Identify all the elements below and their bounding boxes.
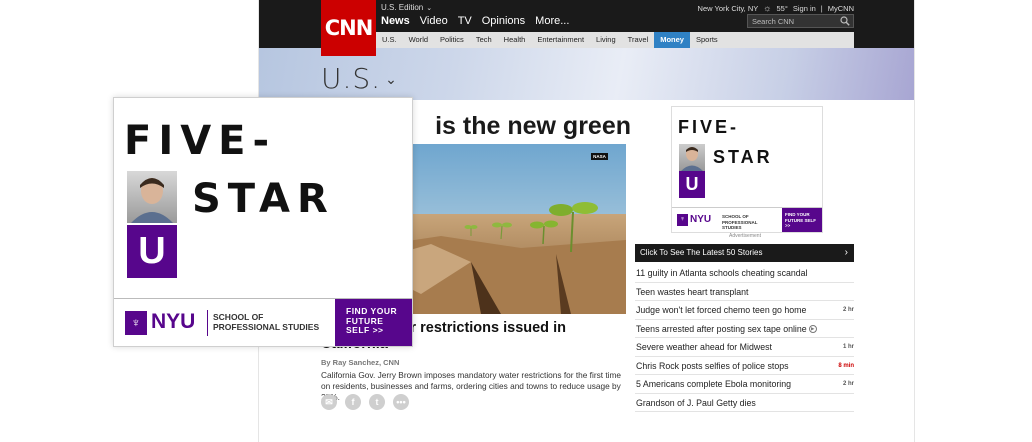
list-item[interactable]: Teen wastes heart transplant	[635, 283, 854, 301]
utility-bar: New York City, NY ☼ 55° Sign in | MyCNN	[698, 3, 854, 13]
section-nav: U.S. World Politics Tech Health Entertai…	[376, 32, 854, 48]
ad-cta[interactable]: FIND YOUR FUTURE SELF >>	[782, 208, 822, 232]
ad-brand: NYU	[690, 214, 712, 225]
chevron-down-icon: ⌄	[426, 5, 433, 12]
list-item-time: 2 hr	[842, 307, 854, 313]
facebook-icon[interactable]: f	[345, 394, 361, 410]
list-item-time: 2 hr	[842, 381, 854, 387]
list-item-title: 5 Americans complete Ebola monitoring	[636, 379, 792, 389]
list-item-title: Severe weather ahead for Midwest	[636, 342, 772, 352]
latest-stories-header[interactable]: Click To See The Latest 50 Stories ›	[635, 244, 854, 262]
twitter-icon[interactable]: t	[369, 394, 385, 410]
ad-line-star: STAR	[192, 176, 335, 222]
video-play-icon: ▶	[808, 325, 817, 334]
ad-line-five: FIVE-	[678, 117, 740, 137]
mycnn-link[interactable]: MyCNN	[828, 4, 854, 13]
list-item-title: Teens arrested after posting sex tape on…	[636, 323, 807, 334]
main-nav: News Video TV Opinions More...	[381, 15, 569, 27]
ad-school: SCHOOL OF PROFESSIONAL STUDIES	[213, 312, 320, 332]
subnav-money[interactable]: Money	[654, 32, 690, 48]
sign-in-link[interactable]: Sign in	[793, 4, 816, 13]
list-item-title: 11 guilty in Atlanta schools cheating sc…	[636, 268, 808, 278]
list-item[interactable]: Chris Rock posts selfies of police stops…	[635, 357, 854, 375]
list-item[interactable]: 11 guilty in Atlanta schools cheating sc…	[635, 264, 854, 283]
search-input[interactable]: Search CNN	[747, 14, 854, 28]
section-title[interactable]: U.S. ⌄	[321, 62, 398, 95]
subnav-politics[interactable]: Politics	[434, 32, 470, 48]
list-item-title: Grandson of J. Paul Getty dies	[636, 397, 756, 408]
section-title-text: U.S.	[321, 62, 382, 95]
latest-header-label: Click To See The Latest 50 Stories	[640, 248, 763, 257]
ad-line-five: FIVE-	[124, 118, 277, 164]
ad-footer: ♆ NYU SCHOOL OF PROFESSIONAL STUDIES FIN…	[114, 298, 412, 346]
subnav-living[interactable]: Living	[590, 32, 622, 48]
cnn-logo[interactable]: CNN	[321, 0, 376, 56]
nav-more[interactable]: More...	[535, 15, 569, 27]
ad-divider	[207, 310, 208, 336]
subnav-sports[interactable]: Sports	[690, 32, 724, 48]
ad-school: SCHOOL OF PROFESSIONAL STUDIES	[722, 214, 758, 230]
ad-brand: NYU	[151, 310, 196, 333]
list-item-time: 1 hr	[842, 344, 854, 350]
share-bar: ✉ f t •••	[321, 394, 409, 410]
subnav-tech[interactable]: Tech	[470, 32, 498, 48]
subnav-health[interactable]: Health	[498, 32, 532, 48]
subnav-entertainment[interactable]: Entertainment	[531, 32, 590, 48]
temperature: 55°	[776, 3, 788, 13]
photo-credit-badge: NASA	[591, 153, 608, 160]
more-icon[interactable]: •••	[393, 394, 409, 410]
ad-footer: ♆ NYU SCHOOL OF PROFESSIONAL STUDIES FIN…	[672, 207, 822, 232]
subnav-us[interactable]: U.S.	[376, 32, 403, 48]
story-byline: By Ray Sanchez, CNN	[321, 358, 400, 367]
ad-u-block: U	[679, 171, 705, 198]
latest-stories-list: 11 guilty in Atlanta schools cheating sc…	[635, 264, 854, 412]
subnav-travel[interactable]: Travel	[622, 32, 655, 48]
sidebar-ad[interactable]: FIVE- STAR U ♆ NYU SCHOOL OF PROFESSIONA…	[671, 106, 823, 233]
list-item[interactable]: Teens arrested after posting sex tape on…	[635, 320, 854, 338]
ad-line-star: STAR	[713, 147, 773, 167]
nyu-torch-icon: ♆	[677, 214, 688, 226]
nav-tv[interactable]: TV	[458, 15, 472, 27]
list-item-title: Chris Rock posts selfies of police stops	[636, 360, 789, 371]
email-icon[interactable]: ✉	[321, 394, 337, 410]
ad-person-photo	[127, 171, 177, 223]
overlay-ad[interactable]: FIVE- STAR U ♆ NYU SCHOOL OF PROFESSIONA…	[113, 97, 413, 347]
list-item[interactable]: Judge won't let forced chemo teen go hom…	[635, 301, 854, 320]
location[interactable]: New York City, NY	[698, 4, 759, 13]
list-item-time: 8 min	[838, 362, 854, 369]
sun-icon: ☼	[763, 3, 772, 13]
chevron-right-icon: ›	[844, 247, 848, 258]
edition-selector[interactable]: U.S. Edition ⌄	[381, 3, 432, 12]
nav-video[interactable]: Video	[420, 15, 448, 27]
edition-label: U.S. Edition	[381, 3, 424, 12]
list-item[interactable]: Severe weather ahead for Midwest 1 hr	[635, 338, 854, 357]
ad-cta[interactable]: FIND YOUR FUTURE SELF >>	[335, 299, 412, 346]
ad-label: Advertisement	[729, 233, 761, 239]
list-item-title: Judge won't let forced chemo teen go hom…	[636, 305, 807, 315]
list-item[interactable]: 5 Americans complete Ebola monitoring 2 h…	[635, 375, 854, 394]
search-placeholder: Search CNN	[752, 17, 795, 26]
ad-person-photo	[679, 144, 705, 171]
search-icon[interactable]	[840, 16, 850, 26]
util-separator: |	[820, 3, 823, 13]
subnav-world[interactable]: World	[403, 32, 434, 48]
nav-opinions[interactable]: Opinions	[482, 15, 525, 27]
list-item[interactable]: Grandson of J. Paul Getty dies	[635, 394, 854, 412]
nav-news[interactable]: News	[381, 15, 410, 27]
nyu-torch-icon: ♆	[125, 311, 147, 335]
ad-u-block: U	[127, 225, 177, 278]
list-item-title: Teen wastes heart transplant	[636, 286, 749, 297]
chevron-down-icon: ⌄	[385, 72, 398, 88]
